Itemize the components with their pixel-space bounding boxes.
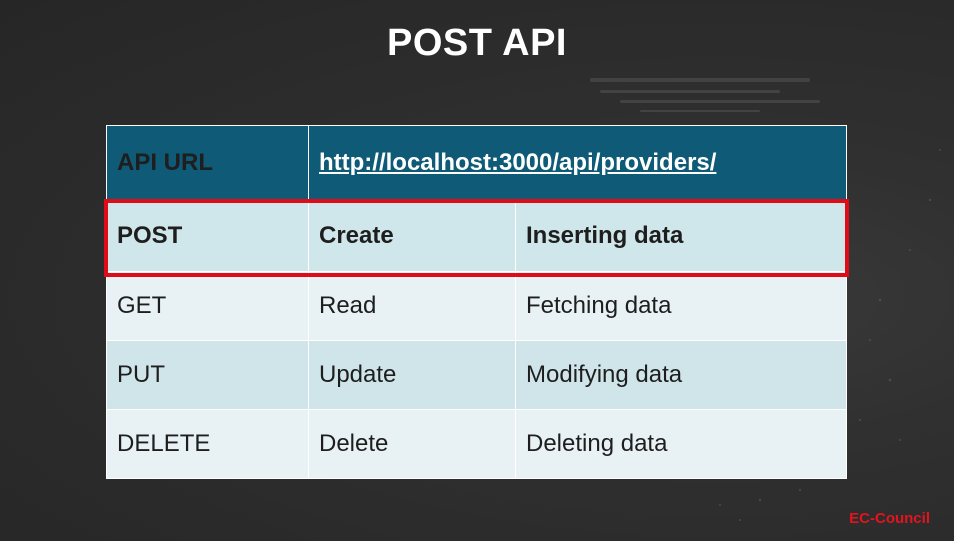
table-row: POST Create Inserting data [106,200,848,272]
page-title: POST API [387,22,567,64]
method-cell: DELETE [106,409,309,479]
operation-cell: Create [308,200,516,272]
table-row: GET Read Fetching data [106,271,848,341]
table-header-row: API URL http://localhost:3000/api/provid… [106,125,848,201]
method-cell: GET [106,271,309,341]
description-cell: Deleting data [514,409,848,479]
operation-cell: Delete [308,409,516,479]
method-cell: PUT [106,340,309,410]
table-row: DELETE Delete Deleting data [106,409,848,479]
method-cell: POST [106,200,309,272]
ec-council-logo: EC-Council [849,510,930,527]
api-url-label: API URL [106,125,309,201]
operation-cell: Read [308,271,516,341]
slide: POST API API URL http://localhost:3000/a… [0,0,954,541]
operation-cell: Update [308,340,516,410]
description-cell: Fetching data [514,271,848,341]
description-cell: Modifying data [514,340,848,410]
description-cell: Inserting data [514,200,848,272]
api-url-link[interactable]: http://localhost:3000/api/providers/ [319,149,716,176]
api-url-cell: http://localhost:3000/api/providers/ [307,125,848,201]
api-methods-table: API URL http://localhost:3000/api/provid… [106,125,848,479]
table-row: PUT Update Modifying data [106,340,848,410]
